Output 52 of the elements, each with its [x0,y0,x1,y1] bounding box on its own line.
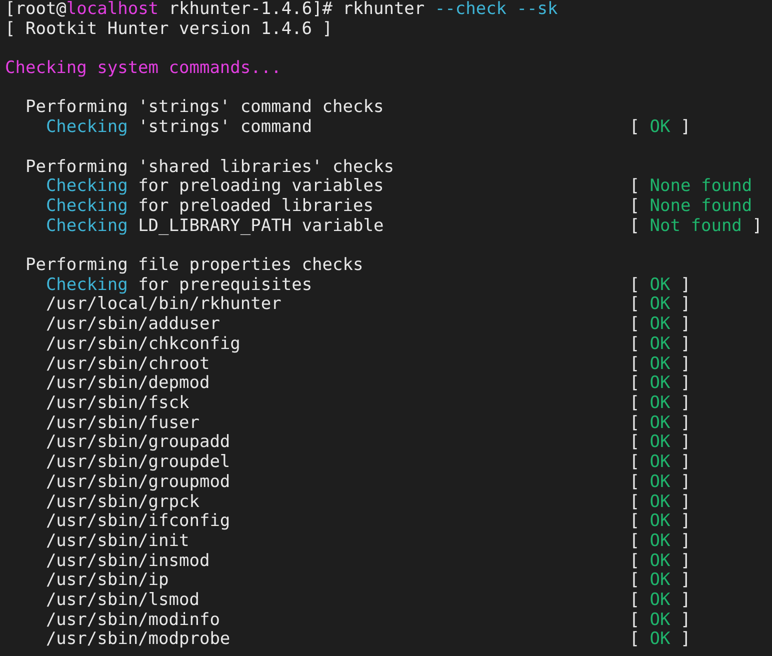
check-text: Checking for prerequisites [46,276,314,296]
check-text: /usr/sbin/insmod [46,552,211,572]
check-text: /usr/sbin/groupadd [46,433,232,454]
check-status: [ OK ] [629,453,691,473]
group-title: Performing 'shared libraries' checks [25,158,395,178]
check-text: /usr/sbin/adduser [46,315,221,335]
check-text: /usr/sbin/groupmod [46,472,232,493]
check-status: [ OK ] [629,295,691,316]
check-text: /usr/sbin/grpck [46,492,200,512]
check-text: /usr/sbin/init [46,532,190,552]
check-status: [ OK ] [629,610,691,630]
check-status: [ OK ] [629,472,691,493]
check-status: [ OK ] [629,118,691,138]
check-status: [ Not found ] [629,216,762,236]
check-text: /usr/local/bin/rkhunter [46,295,282,316]
check-text: Checking 'strings' command [46,118,314,138]
group-title: Performing 'strings' command checks [25,98,385,118]
check-status: [ OK ] [629,630,691,650]
check-text: /usr/sbin/ip [46,571,170,592]
check-status: [ OK ] [629,492,691,512]
check-status: [ None found [629,177,752,197]
command-prompt: [root@localhost rkhunter-1.4.6]# rkhunter --check --sk [5,0,559,20]
check-text: /usr/sbin/fuser [46,414,200,434]
check-text: /usr/sbin/fsck [46,394,190,414]
check-text: Checking LD_LIBRARY_PATH variable [46,216,385,236]
check-status: [ OK ] [629,571,691,592]
group-title: Performing file properties checks [25,256,364,276]
check-status: [ OK ] [629,374,691,394]
check-status: [ OK ] [629,315,691,335]
check-text: /usr/sbin/lsmod [46,591,200,611]
check-status: [ OK ] [629,276,691,296]
check-text: Checking for preloaded libraries [46,196,374,217]
check-status: [ OK ] [629,512,691,532]
check-status: [ OK ] [629,591,691,611]
check-text: /usr/sbin/chroot [46,354,211,374]
check-text: /usr/sbin/ifconfig [46,512,232,532]
check-status: [ None found [629,196,752,217]
check-text: /usr/sbin/modinfo [46,610,221,630]
check-text: /usr/sbin/depmod [46,374,211,394]
check-text: /usr/sbin/modprobe [46,630,232,650]
check-status: [ OK ] [629,354,691,374]
check-status: [ OK ] [629,414,691,434]
check-status: [ OK ] [629,552,691,572]
check-status: [ OK ] [629,334,691,355]
check-status: [ OK ] [629,394,691,414]
check-text: Checking for preloading variables [46,177,385,197]
section-heading: Checking system commands... [5,59,282,79]
check-text: /usr/sbin/groupdel [46,453,232,473]
check-text: /usr/sbin/chkconfig [46,334,242,355]
output-line: [ Rootkit Hunter version 1.4.6 ] [5,20,334,40]
check-status: [ OK ] [629,532,691,552]
check-status: [ OK ] [629,433,691,454]
